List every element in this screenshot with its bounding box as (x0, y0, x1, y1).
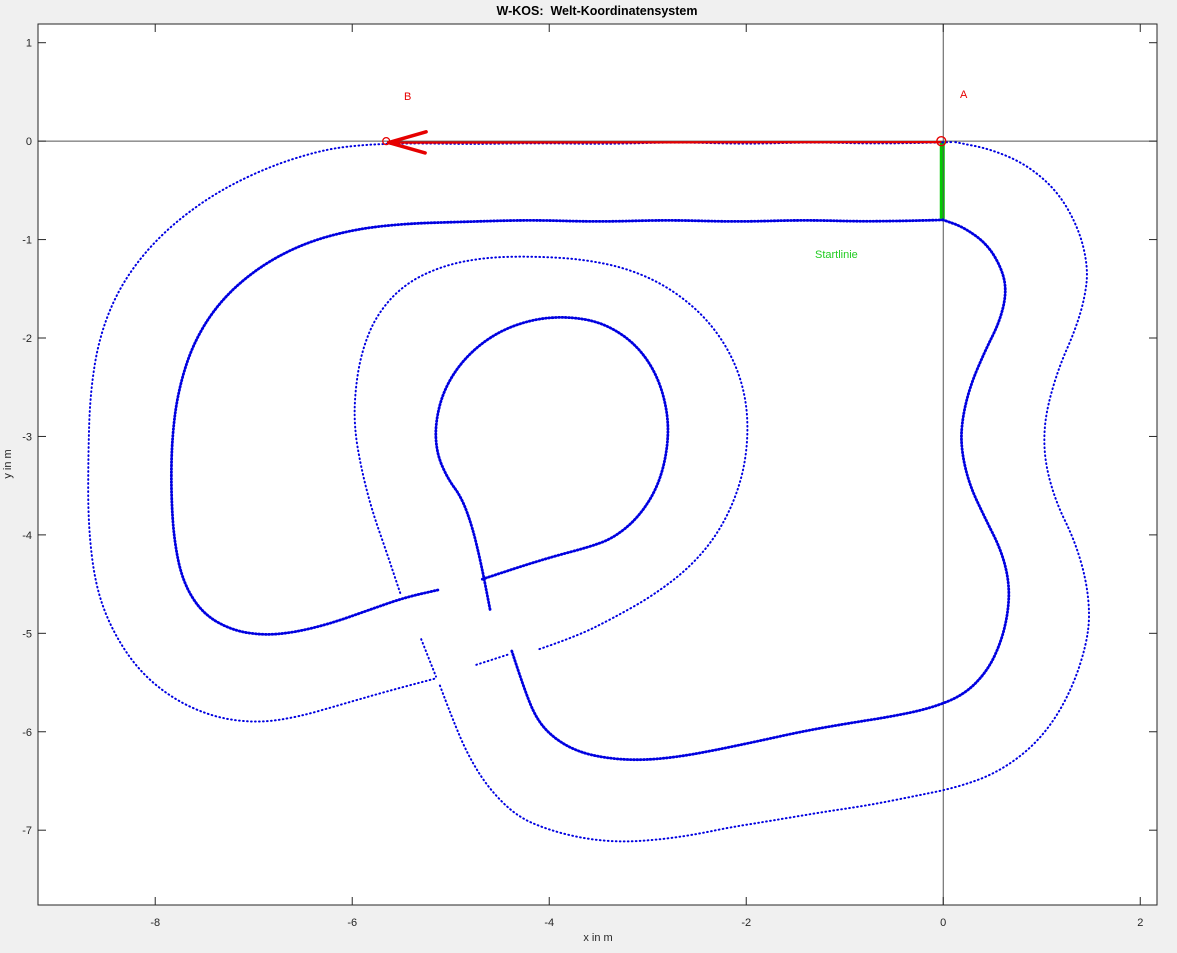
x-tick-label: -8 (150, 917, 160, 929)
x-tick-label: 2 (1137, 917, 1143, 929)
x-tick-label: 0 (940, 917, 946, 929)
y-tick-label: -3 (22, 431, 32, 443)
y-tick-label: 0 (26, 136, 32, 148)
y-tick-label: -4 (22, 530, 32, 542)
plot-canvas: -8 -6 -4 -2 0 2 1 0 -1 -2 -3 -4 -5 -6 -7 W-KOS: Welt-K… (0, 0, 1177, 953)
x-axis-label: x in m (583, 932, 612, 944)
y-tick-label: -1 (22, 235, 32, 247)
start-line-label: Startlinie (815, 249, 858, 261)
y-axis-label: y in m (2, 449, 14, 478)
y-tick-label: 1 (26, 38, 32, 50)
y-tick-label: -5 (22, 628, 32, 640)
x-tick-label: -6 (347, 917, 357, 929)
chart-title: W-KOS: Welt-Koordinatensystem (497, 4, 698, 18)
y-tick-label: -7 (22, 825, 32, 837)
matlab-figure: -8 -6 -4 -2 0 2 1 0 -1 -2 -3 -4 -5 -6 -7 W-KOS: Welt-K… (0, 0, 1177, 953)
y-tick-label: -2 (22, 333, 32, 345)
x-tick-label: -4 (544, 917, 554, 929)
marker-a-label: A (960, 89, 968, 101)
plot-area (38, 24, 1157, 905)
marker-b-label: B (404, 91, 411, 103)
x-tick-label: -2 (741, 917, 751, 929)
y-tick-label: -6 (22, 727, 32, 739)
